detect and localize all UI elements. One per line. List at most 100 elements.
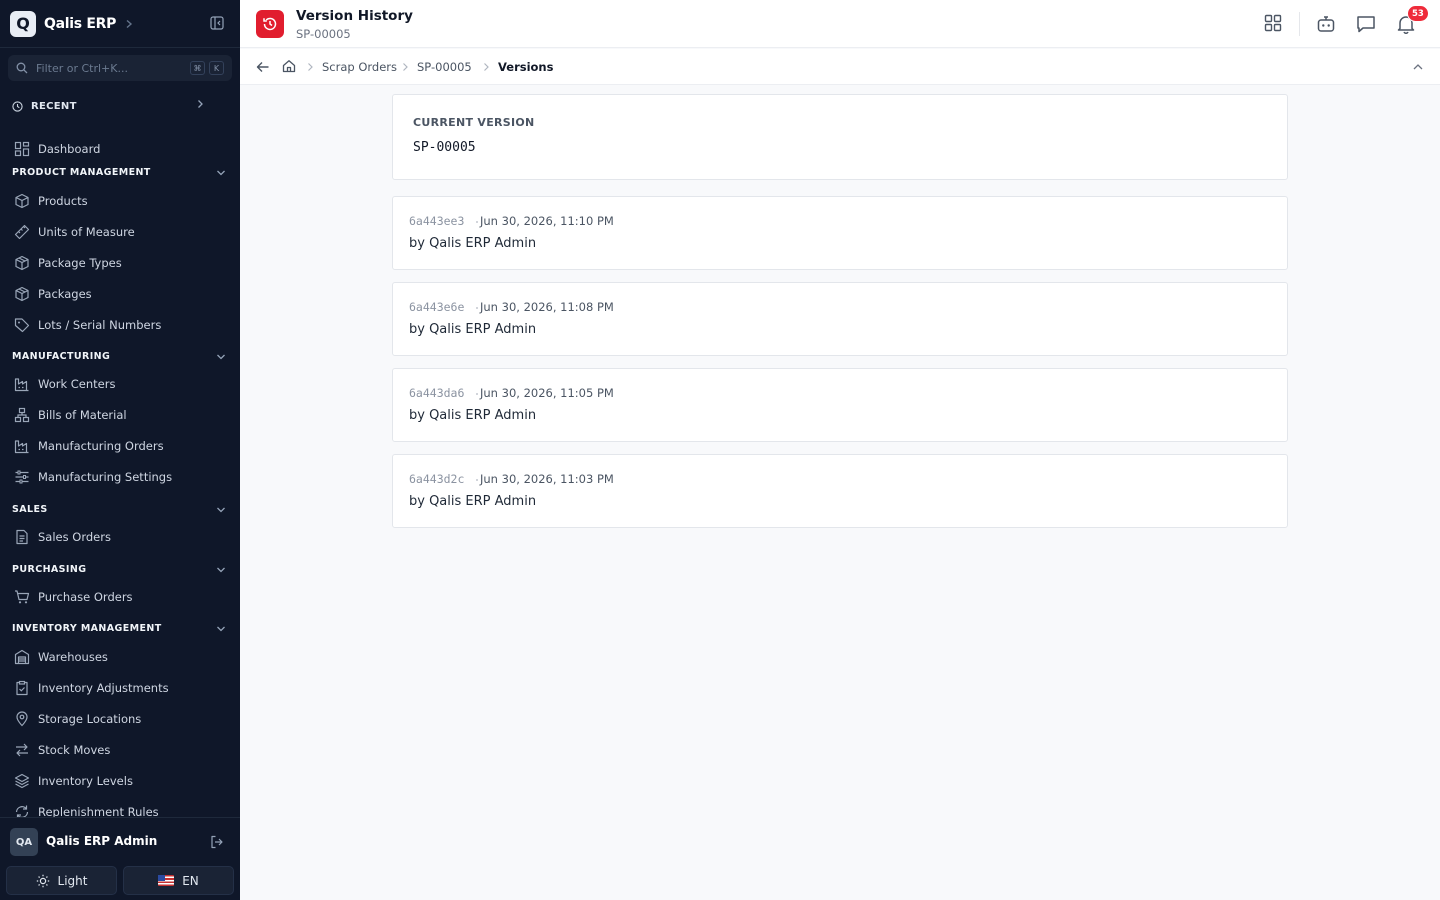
- chat-icon[interactable]: [1356, 14, 1376, 34]
- sidebar-item-label: Purchase Orders: [38, 590, 133, 604]
- breadcrumb-record[interactable]: SP-00005: [417, 60, 472, 74]
- arrows-swap-icon: [16, 743, 28, 757]
- version-date: Jun 30, 2026, 11:08 PM: [480, 300, 614, 314]
- chevron-right-icon: [484, 63, 489, 71]
- sidebar-item-label: Work Centers: [38, 377, 116, 391]
- version-author: by Qalis ERP Admin: [409, 494, 537, 509]
- version-date: Jun 30, 2026, 11:03 PM: [480, 472, 614, 486]
- sidebar-item-label: Manufacturing Settings: [38, 470, 173, 484]
- ruler-icon: [14, 224, 30, 240]
- sidebar-item-packages[interactable]: Packages: [14, 284, 228, 304]
- sidebar-item-label: Stock Moves: [38, 743, 111, 757]
- user-panel: QA Qalis ERP Admin Light EN: [0, 817, 240, 900]
- sidebar-item-label: Storage Locations: [38, 712, 142, 726]
- sidebar-item-label: Lots / Serial Numbers: [38, 318, 162, 332]
- box-icon: [15, 193, 29, 209]
- chevron-down-icon: [217, 170, 225, 176]
- apps-grid-icon[interactable]: [1264, 14, 1282, 32]
- map-pin-icon: [16, 711, 28, 727]
- current-version-card: CURRENT VERSION SP-00005: [392, 94, 1288, 180]
- user-name[interactable]: Qalis ERP Admin: [46, 834, 157, 848]
- page-title: Version History: [296, 8, 413, 24]
- notification-badge: 53: [1407, 5, 1429, 22]
- warehouse-icon: [14, 649, 30, 665]
- sidebar-item-bills-of-material[interactable]: Bills of Material: [14, 405, 228, 425]
- separator-dot: [476, 221, 478, 223]
- package-icon: [15, 255, 29, 271]
- breadcrumb-current: Versions: [498, 60, 554, 74]
- sidebar-item-units-of-measure[interactable]: Units of Measure: [14, 222, 228, 242]
- current-version-label: CURRENT VERSION: [413, 116, 535, 129]
- section-title: MANUFACTURING: [12, 351, 111, 362]
- logout-icon[interactable]: [210, 835, 224, 849]
- section-manufacturing[interactable]: MANUFACTURING: [12, 351, 228, 365]
- sidebar-item-label: Replenishment Rules: [38, 805, 159, 817]
- sliders-icon: [15, 470, 29, 484]
- sidebar-item-lots-serial-numbers[interactable]: Lots / Serial Numbers: [14, 315, 228, 335]
- breadcrumb-scrap-orders[interactable]: Scrap Orders: [322, 60, 397, 74]
- section-sales[interactable]: SALES: [12, 504, 228, 518]
- factory-icon: [14, 378, 29, 392]
- chevron-down-icon: [217, 354, 225, 360]
- sidebar-item-label: Units of Measure: [38, 225, 135, 239]
- sidebar-item-label: Inventory Adjustments: [38, 681, 169, 695]
- section-purchasing[interactable]: PURCHASING: [12, 564, 228, 578]
- home-icon[interactable]: [282, 59, 296, 73]
- section-title: SALES: [12, 504, 48, 515]
- version-item[interactable]: 6a443da6 Jun 30, 2026, 11:05 PM by Qalis…: [392, 368, 1288, 442]
- sidebar-item-warehouses[interactable]: Warehouses: [14, 647, 228, 667]
- section-product-management[interactable]: PRODUCT MANAGEMENT: [12, 167, 228, 181]
- version-author: by Qalis ERP Admin: [409, 408, 537, 423]
- bot-icon[interactable]: [1316, 14, 1336, 34]
- version-hash: 6a443da6: [409, 386, 465, 400]
- chevron-down-icon: [217, 567, 225, 573]
- header-divider: [1299, 12, 1300, 36]
- section-title: INVENTORY MANAGEMENT: [12, 623, 162, 634]
- avatar[interactable]: QA: [10, 828, 38, 856]
- separator-dot: [476, 479, 478, 481]
- sidebar-item-purchase-orders[interactable]: Purchase Orders: [14, 587, 228, 607]
- refresh-icon: [15, 805, 29, 817]
- package-icon: [15, 286, 29, 302]
- sidebar-item-dashboard[interactable]: Dashboard: [14, 139, 228, 159]
- language-label: EN: [182, 873, 199, 888]
- version-date: Jun 30, 2026, 11:10 PM: [480, 214, 614, 228]
- sidebar-item-manufacturing-orders[interactable]: Manufacturing Orders: [14, 436, 228, 456]
- page-header: Version History SP-00005 53: [240, 0, 1440, 48]
- back-arrow-icon[interactable]: [256, 60, 270, 74]
- version-item[interactable]: 6a443ee3 Jun 30, 2026, 11:10 PM by Qalis…: [392, 196, 1288, 270]
- theme-toggle-button[interactable]: Light: [6, 866, 117, 895]
- dashboard-icon: [14, 141, 30, 157]
- sidebar-item-label: Products: [38, 194, 88, 208]
- sidebar-item-label: Package Types: [38, 256, 122, 270]
- sidebar-item-inventory-adjustments[interactable]: Inventory Adjustments: [14, 678, 228, 698]
- sidebar-item-manufacturing-settings[interactable]: Manufacturing Settings: [14, 467, 228, 487]
- version-item[interactable]: 6a443e6e Jun 30, 2026, 11:08 PM by Qalis…: [392, 282, 1288, 356]
- version-hash: 6a443d2c: [409, 472, 465, 486]
- sidebar-item-inventory-levels[interactable]: Inventory Levels: [14, 771, 228, 791]
- version-item[interactable]: 6a443d2c Jun 30, 2026, 11:03 PM by Qalis…: [392, 454, 1288, 528]
- chevron-up-icon[interactable]: [1412, 62, 1424, 72]
- version-date: Jun 30, 2026, 11:05 PM: [480, 386, 614, 400]
- sidebar-item-package-types[interactable]: Package Types: [14, 253, 228, 273]
- sidebar-item-sales-orders[interactable]: Sales Orders: [14, 527, 228, 547]
- clipboard-check-icon: [16, 680, 28, 696]
- sidebar-item-stock-moves[interactable]: Stock Moves: [14, 740, 228, 760]
- section-inventory-management[interactable]: INVENTORY MANAGEMENT: [12, 623, 228, 637]
- sidebar-item-label: Sales Orders: [38, 530, 111, 544]
- sidebar-item-label: Bills of Material: [38, 408, 127, 422]
- language-button[interactable]: EN: [123, 866, 234, 895]
- current-version-value: SP-00005: [413, 140, 476, 155]
- sidebar-item-products[interactable]: Products: [14, 191, 228, 211]
- sidebar-item-label: Dashboard: [38, 142, 101, 156]
- chevron-right-icon: [308, 63, 313, 71]
- us-flag-icon: [158, 875, 175, 886]
- sidebar-nav: Dashboard PRODUCT MANAGEMENT Products Un…: [0, 0, 240, 817]
- document-icon: [16, 529, 28, 545]
- sidebar-item-work-centers[interactable]: Work Centers: [14, 374, 228, 394]
- version-author: by Qalis ERP Admin: [409, 322, 537, 337]
- sidebar-item-label: Packages: [38, 287, 92, 301]
- sidebar-item-storage-locations[interactable]: Storage Locations: [14, 709, 228, 729]
- sidebar-item-replenishment-rules[interactable]: Replenishment Rules: [14, 802, 228, 817]
- chevron-down-icon: [217, 507, 225, 513]
